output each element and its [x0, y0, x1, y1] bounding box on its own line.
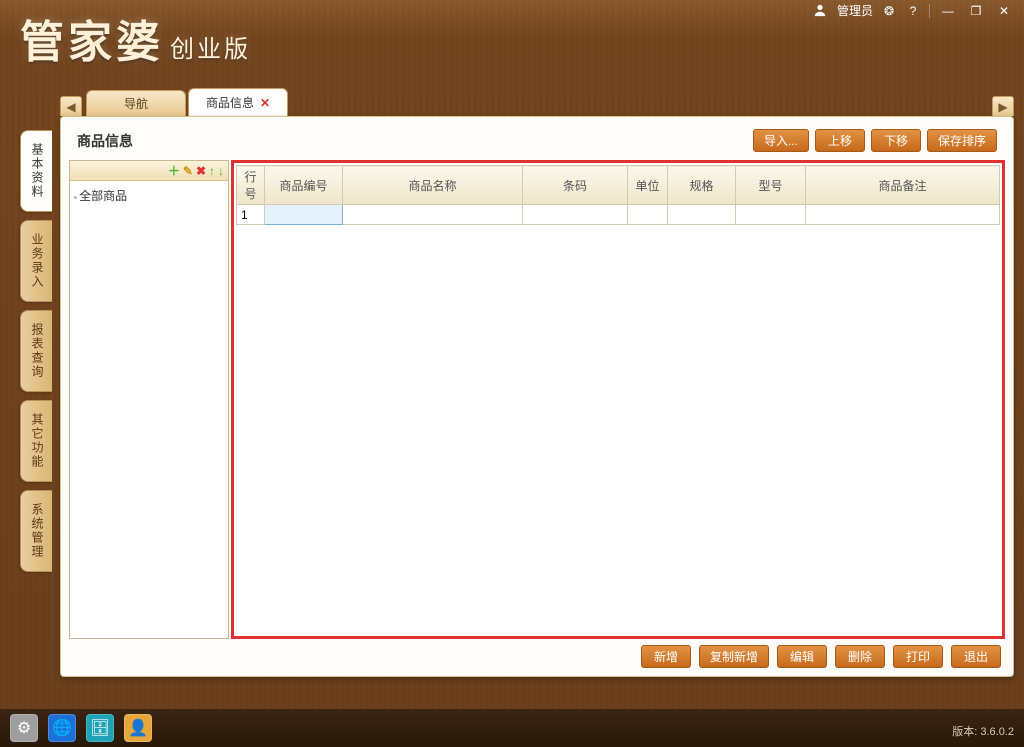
cell-model[interactable]	[736, 205, 806, 225]
import-button[interactable]: 导入...	[753, 129, 809, 152]
content-row: ＋ ✎ ✖ ↑ ↓ 全部商品 行号 商品编号 商品名称	[69, 160, 1005, 639]
side-tab-bar: 基本资料 业务录入 报表查询 其它功能 系统管理	[20, 130, 52, 572]
page-title: 商品信息	[77, 131, 133, 151]
exit-button[interactable]: 退出	[951, 645, 1001, 668]
move-up-button[interactable]: 上移	[815, 129, 865, 152]
tab-navigation[interactable]: 导航	[86, 90, 186, 116]
cell-barcode[interactable]	[523, 205, 628, 225]
cell-spec[interactable]	[668, 205, 736, 225]
workspace: 商品信息 导入... 上移 下移 保存排序 ＋ ✎ ✖ ↑ ↓ 全部商品	[60, 116, 1014, 677]
tab-scroll-left[interactable]: ◀	[60, 96, 82, 116]
cell-code[interactable]	[265, 205, 343, 225]
cell-rownum[interactable]: 1	[237, 205, 265, 225]
col-rownum[interactable]: 行号	[237, 166, 265, 205]
nav-tab-strip: ◀ 导航 商品信息 ✕ ▶	[60, 88, 1014, 116]
tree-add-icon[interactable]: ＋	[168, 162, 180, 179]
side-tab-other-functions[interactable]: 其它功能	[20, 400, 52, 482]
taskbar-user-icon[interactable]: 👤	[124, 714, 152, 742]
edit-button[interactable]: 编辑	[777, 645, 827, 668]
tree-body: 全部商品	[70, 181, 228, 638]
page-footer-buttons: 新增 复制新增 编辑 删除 打印 退出	[69, 639, 1005, 668]
wechat-icon[interactable]: ❂	[881, 3, 897, 19]
brand-main: 管家婆	[20, 6, 164, 70]
grid-header-row: 行号 商品编号 商品名称 条码 单位 规格 型号 商品备注	[237, 166, 1000, 205]
side-tab-system-manage[interactable]: 系统管理	[20, 490, 52, 572]
window-topbar: 管理员 ❂ ? — ❐ ✕	[813, 2, 1014, 19]
user-icon	[813, 3, 829, 18]
brand-sub: 创业版	[170, 29, 251, 64]
user-label[interactable]: 管理员	[837, 2, 873, 19]
tab-product-info-label: 商品信息	[206, 94, 254, 111]
taskbar: ⚙ 🌐 🗄 👤	[0, 709, 1024, 747]
col-code[interactable]: 商品编号	[265, 166, 343, 205]
grid-row[interactable]: 1	[237, 205, 1000, 225]
app-brand: 管家婆 创业版	[20, 6, 251, 70]
tree-down-icon[interactable]: ↓	[218, 164, 224, 178]
tree-up-icon[interactable]: ↑	[209, 164, 215, 178]
cell-unit[interactable]	[628, 205, 668, 225]
col-unit[interactable]: 单位	[628, 166, 668, 205]
col-name[interactable]: 商品名称	[343, 166, 523, 205]
col-barcode[interactable]: 条码	[523, 166, 628, 205]
move-down-button[interactable]: 下移	[871, 129, 921, 152]
copy-new-button[interactable]: 复制新增	[699, 645, 769, 668]
tab-navigation-label: 导航	[124, 95, 148, 112]
taskbar-settings-icon[interactable]: ⚙	[10, 714, 38, 742]
side-tab-basic-info[interactable]: 基本资料	[20, 130, 52, 212]
tab-close-icon[interactable]: ✕	[260, 96, 270, 110]
side-tab-business-entry[interactable]: 业务录入	[20, 220, 52, 302]
cell-name[interactable]	[343, 205, 523, 225]
col-model[interactable]: 型号	[736, 166, 806, 205]
save-order-button[interactable]: 保存排序	[927, 129, 997, 152]
new-button[interactable]: 新增	[641, 645, 691, 668]
separator	[929, 4, 930, 18]
col-spec[interactable]: 规格	[668, 166, 736, 205]
taskbar-globe-icon[interactable]: 🌐	[48, 714, 76, 742]
help-icon[interactable]: ?	[905, 3, 921, 19]
side-tab-report-query[interactable]: 报表查询	[20, 310, 52, 392]
tree-root-node[interactable]: 全部商品	[74, 187, 224, 204]
tab-product-info[interactable]: 商品信息 ✕	[188, 88, 288, 116]
grid-highlight-box: 行号 商品编号 商品名称 条码 单位 规格 型号 商品备注 1	[231, 160, 1005, 639]
version-label: 版本: 3.6.0.2	[952, 723, 1014, 739]
delete-button[interactable]: 删除	[835, 645, 885, 668]
product-grid: 行号 商品编号 商品名称 条码 单位 规格 型号 商品备注 1	[236, 165, 1000, 225]
tree-toolbar: ＋ ✎ ✖ ↑ ↓	[70, 161, 228, 181]
close-button[interactable]: ✕	[994, 3, 1014, 19]
tree-delete-icon[interactable]: ✖	[196, 164, 206, 178]
print-button[interactable]: 打印	[893, 645, 943, 668]
minimize-button[interactable]: —	[938, 3, 958, 19]
tree-edit-icon[interactable]: ✎	[183, 164, 193, 178]
col-remark[interactable]: 商品备注	[806, 166, 1000, 205]
page-header: 商品信息 导入... 上移 下移 保存排序	[69, 125, 1005, 160]
page-header-buttons: 导入... 上移 下移 保存排序	[753, 129, 997, 152]
cell-remark[interactable]	[806, 205, 1000, 225]
taskbar-data-icon[interactable]: 🗄	[86, 714, 114, 742]
category-tree-panel: ＋ ✎ ✖ ↑ ↓ 全部商品	[69, 160, 229, 639]
maximize-button[interactable]: ❐	[966, 3, 986, 19]
tab-scroll-right[interactable]: ▶	[992, 96, 1014, 116]
